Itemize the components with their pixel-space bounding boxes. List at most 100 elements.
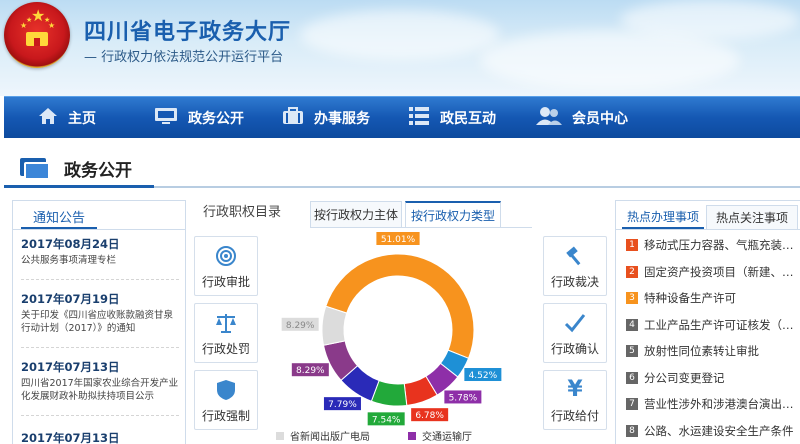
hot-item-text[interactable]: 工业产品生产许可证核发（省级）	[644, 317, 798, 333]
yen-icon: ¥	[567, 377, 583, 402]
national-emblem-icon: ★ ★ ★ ★ ★	[4, 2, 70, 68]
svg-text:5.78%: 5.78%	[449, 393, 478, 403]
briefcase-icon	[282, 107, 304, 129]
section-header: 政务公开	[4, 152, 154, 188]
hot-item[interactable]: 5 放射性同位素转让审批	[626, 343, 798, 359]
rank-badge: 7	[626, 398, 638, 410]
section-title: 政务公开	[64, 161, 132, 181]
tab-hot-handling[interactable]: 热点办理事项	[622, 205, 704, 229]
nav-item-public-affairs[interactable]: 政务公开	[154, 97, 244, 139]
power-type-donut-chart: 51.01% 4.52% 5.78% 6.78% 7.54% 7.79% 8.29% 8.29…	[264, 228, 536, 444]
legend-swatch	[276, 431, 284, 440]
catalog-label: 行政职权目录	[203, 205, 282, 220]
svg-text:7.54%: 7.54%	[372, 415, 401, 425]
btn-administrative-approval[interactable]: 行政审批	[194, 236, 258, 296]
hot-item[interactable]: 4 工业产品生产许可证核发（省级）	[626, 317, 798, 333]
notice-item[interactable]: 2017年07月19日 关于印发《四川省应收账款融资甘泉行动计划（2017）》的…	[21, 292, 181, 335]
notice-item[interactable]: 2017年07月13日 四川省2017年国家农业综合开发产业化发展财政补助拟扶持…	[21, 360, 181, 403]
site-header: ★ ★ ★ ★ ★ 四川省电子政务大厅 — 行政权力依法规范公开运行平台	[0, 0, 800, 96]
legend-label: 省新闻出版广电局	[290, 432, 370, 443]
users-icon	[536, 106, 562, 130]
notice-text[interactable]: 四川省2017年国家农业综合开发产业化发展财政补助拟扶持项目公示	[21, 377, 181, 403]
hot-item[interactable]: 8 公路、水运建设安全生产条件	[626, 423, 798, 439]
data-label: 7.54%	[367, 412, 405, 426]
donut-slice[interactable]	[321, 305, 348, 346]
notice-date: 2017年07月13日	[21, 360, 120, 374]
divider	[21, 279, 179, 280]
notice-text[interactable]: 关于印发《四川省应收账款融资甘泉行动计划（2017）》的通知	[21, 309, 181, 335]
btn-administrative-enforcement[interactable]: 行政强制	[194, 370, 258, 430]
data-label: 6.78%	[411, 408, 449, 422]
rank-badge: 5	[626, 345, 638, 357]
btn-administrative-ruling[interactable]: 行政裁决	[543, 236, 607, 296]
data-label: 8.29%	[281, 317, 319, 331]
svg-text:8.29%: 8.29%	[296, 366, 325, 376]
notice-date: 2017年07月13日	[21, 431, 120, 444]
svg-text:8.29%: 8.29%	[286, 321, 315, 331]
nav-label: 会员中心	[572, 111, 628, 127]
home-icon	[38, 107, 58, 129]
section-icon	[20, 157, 50, 180]
donut-chart-svg: 51.01% 4.52% 5.78% 6.78% 7.54% 7.79% 8.29% 8.29…	[281, 232, 502, 426]
nav-item-interaction[interactable]: 政民互动	[408, 97, 496, 139]
site-subtitle: — 行政权力依法规范公开运行平台	[84, 50, 284, 65]
legend-label: 交通运输厅	[422, 432, 472, 443]
notice-item[interactable]: 2017年08月24日 公共服务事项清理专栏	[21, 237, 181, 267]
nav-item-home[interactable]: 主页	[38, 97, 96, 139]
checkmark-icon	[544, 312, 606, 334]
hot-items-panel: 热点办理事项 热点关注事项 1 移动式压力容器、气瓶充装许可 2 固定资产投资项目（新…	[615, 200, 800, 444]
shield-icon	[195, 379, 257, 401]
notice-date: 2017年07月19日	[21, 292, 120, 306]
hot-item[interactable]: 6 分公司变更登记	[626, 370, 798, 386]
svg-text:4.52%: 4.52%	[469, 371, 498, 381]
hot-item-text[interactable]: 移动式压力容器、气瓶充装许可	[644, 237, 798, 253]
nav-item-member-center[interactable]: 会员中心	[536, 97, 628, 139]
hot-item[interactable]: 2 固定资产投资项目（新建、扩建）	[626, 264, 798, 280]
hot-item-text[interactable]: 固定资产投资项目（新建、扩建）	[644, 264, 798, 280]
divider	[21, 415, 179, 416]
data-label: 8.29%	[291, 363, 329, 377]
svg-text:7.79%: 7.79%	[328, 400, 357, 410]
tab-hot-attention[interactable]: 热点关注事项	[706, 205, 798, 229]
hot-item[interactable]: 1 移动式压力容器、气瓶充装许可	[626, 237, 798, 253]
gavel-icon	[544, 245, 606, 267]
nav-label: 政民互动	[440, 111, 496, 127]
rank-badge: 3	[626, 292, 638, 304]
notice-panel: 通知公告 2017年08月24日 公共服务事项清理专栏 2017年07月19日 …	[12, 200, 186, 444]
tab-by-subject[interactable]: 按行政权力主体	[310, 201, 402, 227]
hot-item-text[interactable]: 公路、水运建设安全生产条件	[644, 423, 794, 439]
btn-administrative-confirmation[interactable]: 行政确认	[543, 303, 607, 363]
btn-administrative-penalty[interactable]: 行政处罚	[194, 303, 258, 363]
list-icon	[408, 106, 430, 130]
hot-item-text[interactable]: 放射性同位素转让审批	[644, 343, 759, 359]
notice-date: 2017年08月24日	[21, 237, 120, 251]
hot-item-text[interactable]: 分公司变更登记	[644, 370, 725, 386]
scales-icon	[195, 312, 257, 334]
rank-badge: 8	[626, 424, 638, 437]
data-label: 5.78%	[444, 390, 482, 404]
legend-item: 省新闻出版广电局	[276, 428, 370, 443]
hot-item-text[interactable]: 营业性涉外和涉港澳台演出审批	[644, 396, 798, 412]
btn-administrative-payment[interactable]: ¥ 行政给付	[543, 370, 607, 430]
nav-item-services[interactable]: 办事服务	[282, 97, 370, 139]
hot-item[interactable]: 3 特种设备生产许可	[626, 290, 798, 306]
data-label: 7.79%	[323, 397, 361, 411]
legend-swatch	[408, 431, 416, 440]
nav-label: 政务公开	[188, 111, 244, 127]
tab-notice[interactable]: 通知公告	[21, 205, 98, 229]
rank-badge: 6	[626, 371, 638, 384]
main-nav: 主页 政务公开 办事服务 政民互动 会员中心	[4, 96, 800, 138]
divider	[21, 347, 179, 348]
notice-text[interactable]: 公共服务事项清理专栏	[21, 254, 181, 267]
notice-item[interactable]: 2017年07月13日	[21, 431, 181, 444]
tab-by-type[interactable]: 按行政权力类型	[405, 201, 501, 228]
svg-text:6.78%: 6.78%	[415, 411, 444, 421]
data-label: 4.52%	[464, 368, 502, 382]
nav-label: 主页	[68, 111, 96, 127]
site-title[interactable]: 四川省电子政务大厅	[84, 14, 291, 46]
legend-item: 交通运输厅	[408, 428, 472, 443]
hot-item[interactable]: 7 营业性涉外和涉港澳台演出审批	[626, 396, 798, 412]
donut-slice[interactable]	[325, 253, 475, 359]
hot-item-text[interactable]: 特种设备生产许可	[644, 290, 736, 306]
nav-label: 办事服务	[314, 111, 370, 127]
